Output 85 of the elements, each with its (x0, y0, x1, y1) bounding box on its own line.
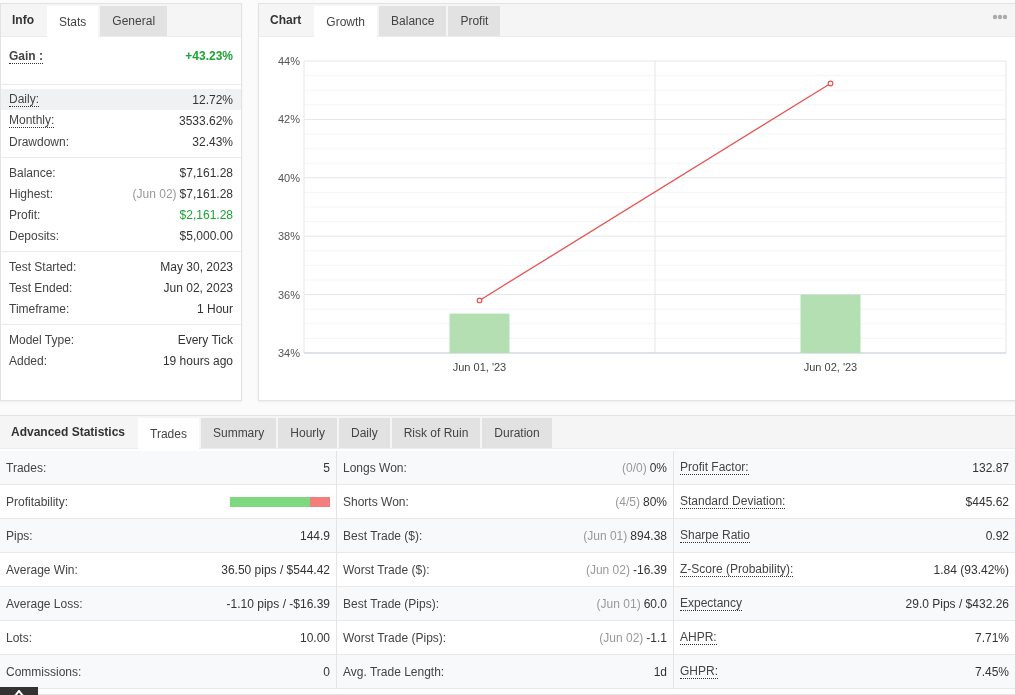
stat-label: Average Win: (6, 562, 78, 577)
stat-value: 60.0 (643, 596, 667, 611)
stat-value: +43.23% (185, 49, 233, 63)
stat-label: Trades: (6, 460, 47, 475)
stat-value: -1.1 (646, 630, 667, 645)
stat-label: AHPR: (680, 630, 717, 645)
stat-label: Deposits: (9, 228, 60, 243)
stat-date: (0/0) (621, 460, 647, 475)
axis-label: 36% (277, 288, 300, 301)
stat-value: 894.38 (630, 528, 667, 543)
panel-title: Advanced Statistics (10, 424, 127, 441)
stat-date: (Jun 01) (596, 596, 641, 611)
stat-label: Commissions: (6, 664, 82, 679)
stat-label: GHPR: (680, 664, 718, 679)
stat-label: Balance: (9, 165, 56, 180)
stat-label: Drawdown: (9, 134, 70, 149)
stat-label: Highest: (9, 186, 54, 201)
stat-label: Test Ended: (9, 280, 73, 295)
stat-label: Avg. Trade Length: (343, 664, 445, 679)
stat-label: Pips: (6, 528, 33, 543)
stat-value: $2,161.28 (179, 207, 233, 222)
stat-label: Profitability: (6, 494, 69, 509)
stat-label: Longs Won: (343, 460, 407, 475)
panel-title: Info (11, 12, 35, 29)
stat-value: $7,161.28 (179, 165, 233, 180)
axis-label: 44% (277, 55, 300, 67)
stat-label: Timeframe: (9, 301, 70, 316)
axis-label: Jun 01, '23 (452, 361, 507, 373)
stat-label: Worst Trade ($): (343, 562, 430, 577)
stat-value: 36.50 pips / $544.42 (221, 562, 330, 577)
axis-label: 42% (277, 113, 300, 126)
stat-value: 32.43% (192, 134, 233, 149)
stat-value: 3533.62% (178, 113, 233, 128)
stat-value: -1.10 pips / -$16.39 (226, 596, 330, 611)
stat-value: 80% (642, 494, 667, 509)
stat-value: 19 hours ago (162, 353, 233, 368)
stat-value: $5,000.00 (179, 228, 233, 243)
stat-value: 0.92 (985, 528, 1009, 543)
stat-value: 10.00 (299, 630, 330, 645)
stat-value: 132.87 (972, 460, 1009, 475)
stat-value: 0 (323, 664, 330, 679)
stat-label: Sharpe Ratio (680, 528, 751, 543)
panel-title: Chart (269, 12, 303, 29)
stat-label: Added: (9, 353, 48, 368)
stat-date: (4/5) (615, 494, 640, 509)
stat-date: (Jun 01) (583, 528, 628, 543)
stat-label: Profit Factor: (680, 460, 749, 475)
axis-label: 38% (277, 230, 300, 243)
stat-label: Expectancy (680, 596, 743, 611)
stat-value: Jun 02, 2023 (163, 280, 233, 295)
stat-value: 7.45% (974, 664, 1009, 679)
stat-date: (Jun 02) (132, 186, 177, 201)
stat-label: Worst Trade (Pips): (343, 630, 447, 645)
stat-label: Gain : (9, 49, 43, 64)
stat-value: $445.62 (965, 494, 1009, 509)
stat-value: Every Tick (177, 332, 233, 347)
stat-value: 0% (649, 460, 667, 475)
axis-label: Jun 02, '23 (803, 361, 858, 373)
stat-label: Monthly: (9, 113, 55, 128)
stat-value: 29.0 Pips / $432.26 (905, 596, 1009, 611)
stat-date: (Jun 02) (599, 630, 644, 645)
stat-label: Standard Deviation: (680, 494, 786, 509)
stat-label: Average Loss: (6, 596, 83, 611)
stat-label: Best Trade ($): (343, 528, 423, 543)
stat-label: Lots: (6, 630, 32, 645)
stat-value: 1d (653, 664, 667, 679)
stat-label: Profit: (9, 207, 41, 222)
stat-label: Shorts Won: (343, 494, 409, 509)
stat-label: Model Type: (9, 332, 75, 347)
stat-value: 1.84 (93.42%) (933, 562, 1009, 577)
stat-label: Daily: (9, 92, 39, 107)
stat-value: 7.71% (974, 630, 1009, 645)
stat-value: May 30, 2023 (160, 259, 233, 274)
stat-value: 144.9 (299, 528, 330, 543)
stat-value: 1 Hour (196, 301, 233, 316)
stat-date: (Jun 02) (585, 562, 630, 577)
stat-value: 5 (323, 460, 330, 475)
stat-value: 12.72% (192, 92, 233, 107)
stat-label: Test Started: (9, 259, 77, 274)
stat-value: -16.39 (632, 562, 667, 577)
axis-label: 34% (277, 347, 300, 359)
stat-value: $7,161.28 (179, 186, 233, 201)
axis-label: 40% (277, 171, 300, 184)
stat-label: Best Trade (Pips): (343, 596, 440, 611)
stat-label: Z-Score (Probability): (680, 562, 794, 577)
